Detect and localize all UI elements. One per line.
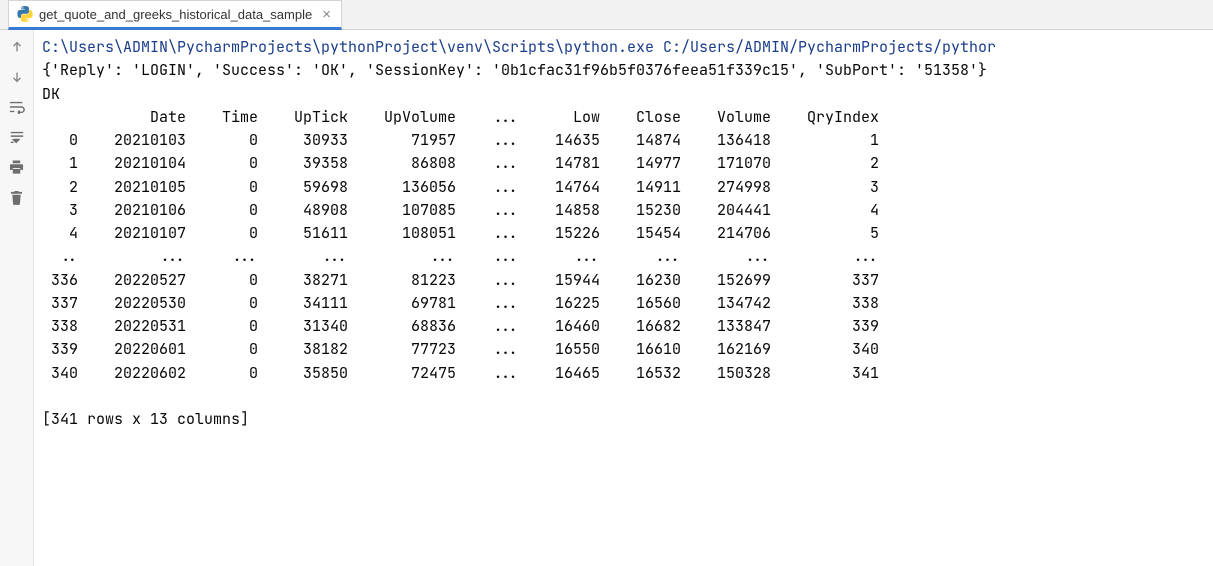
python-icon <box>17 6 33 22</box>
arrow-down-icon[interactable] <box>6 66 28 88</box>
tab-run-config[interactable]: get_quote_and_greeks_historical_data_sam… <box>8 0 342 30</box>
arrow-up-icon[interactable] <box>6 36 28 58</box>
trash-icon[interactable] <box>6 186 28 208</box>
output-line: DK <box>42 83 1213 106</box>
scroll-to-end-icon[interactable] <box>6 126 28 148</box>
login-reply-line: {'Reply': 'LOGIN', 'Success': 'OK', 'Ses… <box>42 59 1213 82</box>
dataframe-output: Date Time UpTick UpVolume ... Low Close … <box>42 106 1213 385</box>
close-icon[interactable]: × <box>322 7 331 22</box>
tab-bar: get_quote_and_greeks_historical_data_sam… <box>0 0 1213 30</box>
console-output[interactable]: C:\Users\ADMIN\PycharmProjects\pythonPro… <box>34 30 1213 566</box>
print-icon[interactable] <box>6 156 28 178</box>
console-gutter <box>0 30 34 566</box>
tab-label: get_quote_and_greeks_historical_data_sam… <box>39 7 312 22</box>
interpreter-path: C:\Users\ADMIN\PycharmProjects\pythonPro… <box>42 36 1213 59</box>
soft-wrap-icon[interactable] <box>6 96 28 118</box>
dataframe-summary: [341 rows x 13 columns] <box>42 408 1213 431</box>
